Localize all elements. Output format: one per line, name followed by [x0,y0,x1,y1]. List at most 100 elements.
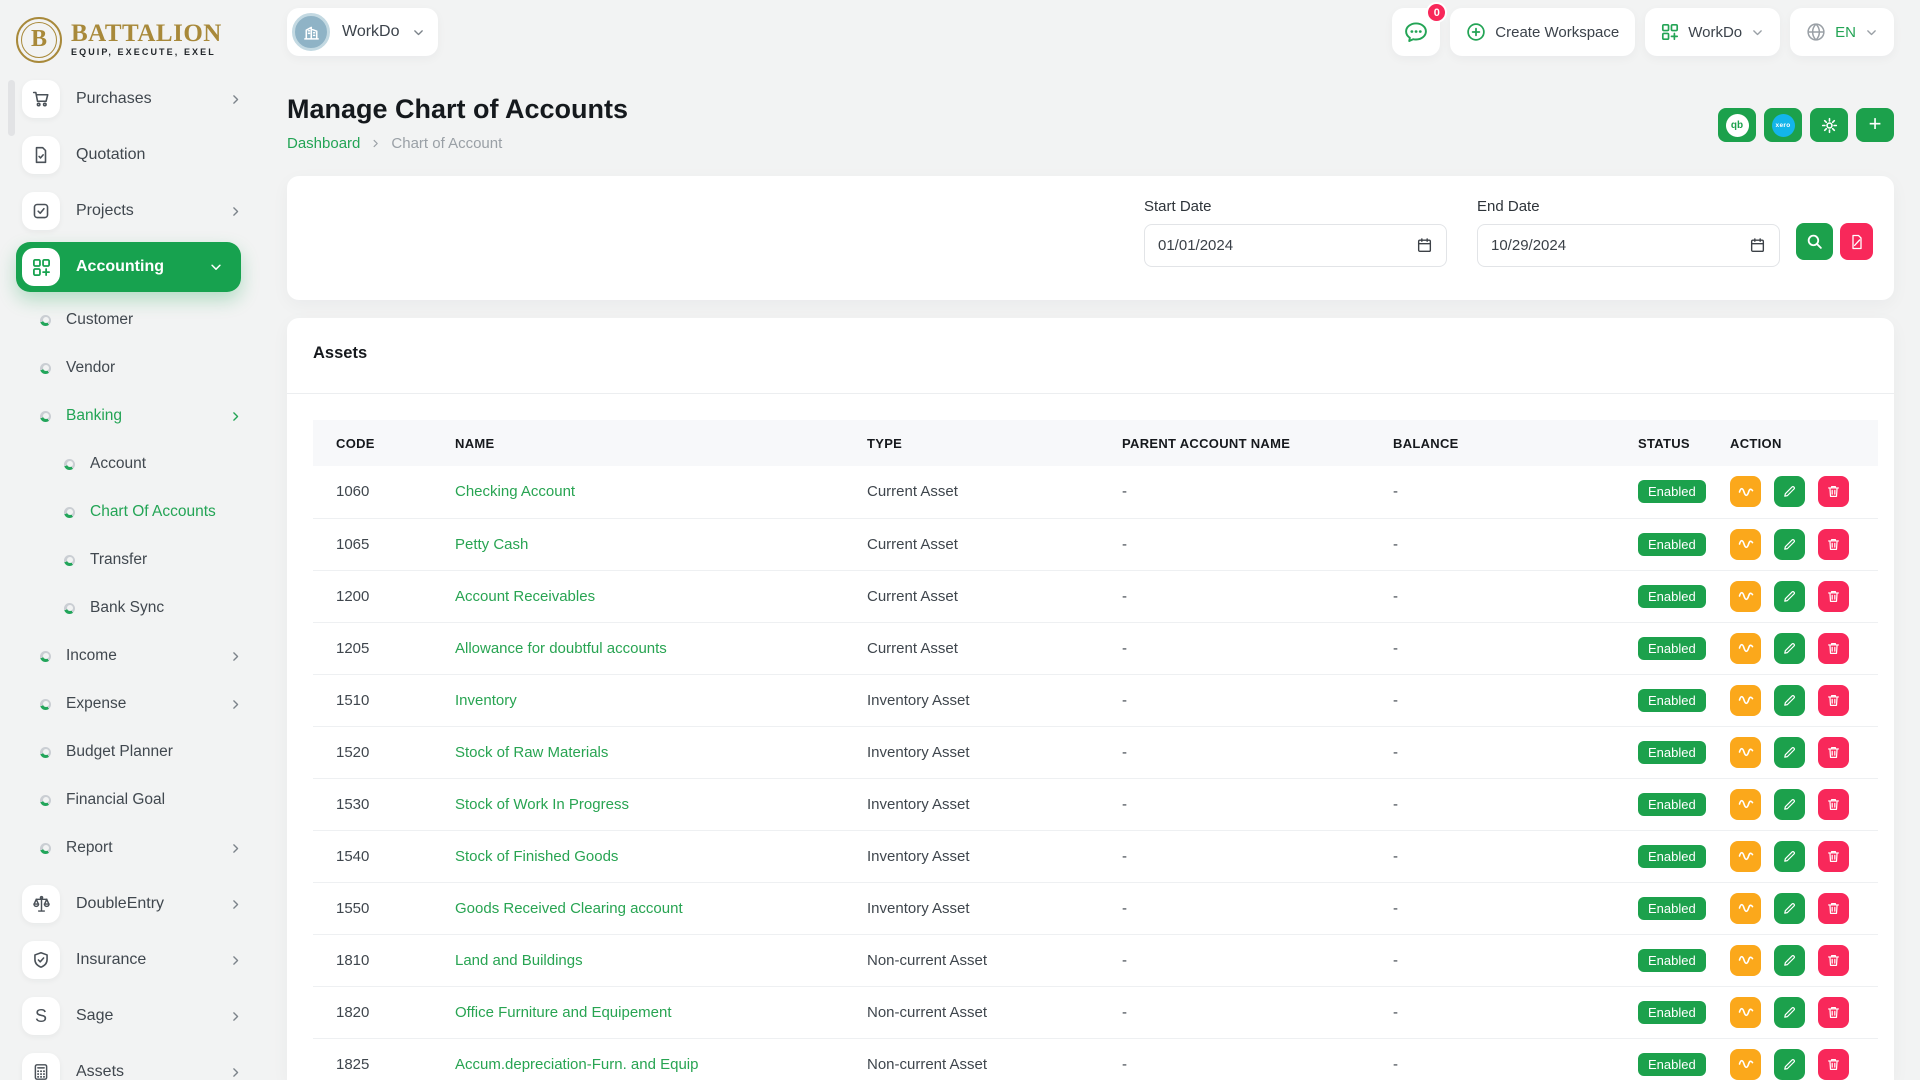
trash-icon [1826,589,1841,604]
sidebar-item-purchases[interactable]: Purchases [16,71,265,127]
sidebar-item-chart-of-accounts-active[interactable]: Chart Of Accounts [16,488,265,536]
edit-button[interactable] [1774,529,1805,560]
sidebar-item-doubleentry[interactable]: DoubleEntry [16,876,265,932]
chevron-right-icon [229,898,242,911]
sidebar-item-transfer[interactable]: Transfer [16,536,265,584]
sidebar-item-projects[interactable]: Projects [16,183,265,239]
transactions-button[interactable] [1730,633,1761,664]
sidebar-item-sage[interactable]: S Sage [16,988,265,1044]
edit-button[interactable] [1774,685,1805,716]
sidebar-scrollbar[interactable] [8,80,15,136]
transactions-button[interactable] [1730,841,1761,872]
account-name-link[interactable]: Office Furniture and Equipement [455,1004,672,1021]
calendar-icon[interactable] [1749,237,1766,254]
sidebar-item-account[interactable]: Account [16,440,265,488]
sidebar-item-budget-planner[interactable]: Budget Planner [16,728,265,776]
account-name-link[interactable]: Inventory [455,692,517,709]
edit-button[interactable] [1774,581,1805,612]
transactions-button[interactable] [1730,737,1761,768]
language-selector[interactable]: EN [1790,8,1894,56]
chevron-right-icon [229,650,242,663]
account-type: Inventory Asset [867,830,1122,882]
brand-logo[interactable]: B BATTALION EQUIP, EXECUTE, EXEL [16,0,265,71]
chevron-right-icon [229,954,242,967]
sidebar-item-bank-sync[interactable]: Bank Sync [16,584,265,632]
delete-button[interactable] [1818,529,1849,560]
edit-button[interactable] [1774,737,1805,768]
delete-button[interactable] [1818,1049,1849,1080]
reset-filter-button[interactable] [1840,223,1873,260]
delete-button[interactable] [1818,685,1849,716]
delete-button[interactable] [1818,737,1849,768]
sidebar-item-quotation[interactable]: Quotation [16,127,265,183]
edit-button[interactable] [1774,789,1805,820]
account-code: 1065 [313,518,455,570]
delete-button[interactable] [1818,841,1849,872]
account-name-link[interactable]: Goods Received Clearing account [455,900,683,917]
sidebar-item-customer[interactable]: Customer [16,296,265,344]
add-account-button[interactable]: + [1856,108,1894,142]
account-balance: - [1393,934,1638,986]
edit-button[interactable] [1774,1049,1805,1080]
transactions-button[interactable] [1730,581,1761,612]
transactions-button[interactable] [1730,945,1761,976]
account-name-link[interactable]: Checking Account [455,483,575,500]
edit-button[interactable] [1774,476,1805,507]
workspace-selector[interactable]: WorkDo [287,8,438,56]
sidebar-item-vendor[interactable]: Vendor [16,344,265,392]
sidebar-item-assets[interactable]: Assets [16,1044,265,1080]
transactions-button[interactable] [1730,1049,1761,1080]
account-name-link[interactable]: Stock of Raw Materials [455,744,608,761]
sidebar-item-income[interactable]: Income [16,632,265,680]
edit-button[interactable] [1774,633,1805,664]
account-name-link[interactable]: Stock of Work In Progress [455,796,629,813]
create-workspace-button[interactable]: Create Workspace [1450,8,1635,56]
pencil-icon [1782,693,1797,708]
transactions-button[interactable] [1730,529,1761,560]
chevron-down-icon [412,26,425,39]
transactions-button[interactable] [1730,893,1761,924]
search-button[interactable] [1796,223,1833,260]
edit-button[interactable] [1774,945,1805,976]
account-name-link[interactable]: Land and Buildings [455,952,583,969]
account-name-link[interactable]: Petty Cash [455,536,528,553]
sidebar-item-report[interactable]: Report [16,824,265,872]
end-date-input[interactable] [1491,237,1741,254]
account-balance: - [1393,674,1638,726]
bullet-icon [40,843,51,854]
edit-button[interactable] [1774,997,1805,1028]
quickbooks-button[interactable]: qb [1718,108,1756,142]
calendar-icon[interactable] [1416,237,1433,254]
account-name-link[interactable]: Allowance for doubtful accounts [455,640,667,657]
delete-button[interactable] [1818,893,1849,924]
status-badge: Enabled [1638,949,1706,972]
start-date-input[interactable] [1158,237,1408,254]
breadcrumb-dashboard-link[interactable]: Dashboard [287,135,360,152]
edit-button[interactable] [1774,841,1805,872]
messages-button[interactable]: 0 [1392,8,1440,56]
transactions-button[interactable] [1730,685,1761,716]
delete-button[interactable] [1818,633,1849,664]
sidebar-item-financial-goal[interactable]: Financial Goal [16,776,265,824]
transactions-button[interactable] [1730,476,1761,507]
delete-button[interactable] [1818,789,1849,820]
chevron-right-icon [229,93,242,106]
account-name-link[interactable]: Accum.depreciation-Furn. and Equip [455,1056,698,1073]
account-name-link[interactable]: Stock of Finished Goods [455,848,618,865]
xero-button[interactable]: xero [1764,108,1802,142]
sidebar-item-accounting-active[interactable]: Accounting [16,242,241,292]
sidebar-item-banking[interactable]: Banking [16,392,265,440]
delete-button[interactable] [1818,945,1849,976]
account-name-link[interactable]: Account Receivables [455,588,595,605]
transactions-button[interactable] [1730,789,1761,820]
sidebar-item-expense[interactable]: Expense [16,680,265,728]
delete-button[interactable] [1818,581,1849,612]
delete-button[interactable] [1818,997,1849,1028]
chevron-down-icon [1865,26,1878,39]
settings-button[interactable] [1810,108,1848,142]
workspace-menu-button[interactable]: WorkDo [1645,8,1780,56]
transactions-button[interactable] [1730,997,1761,1028]
sidebar-item-insurance[interactable]: Insurance [16,932,265,988]
delete-button[interactable] [1818,476,1849,507]
edit-button[interactable] [1774,893,1805,924]
